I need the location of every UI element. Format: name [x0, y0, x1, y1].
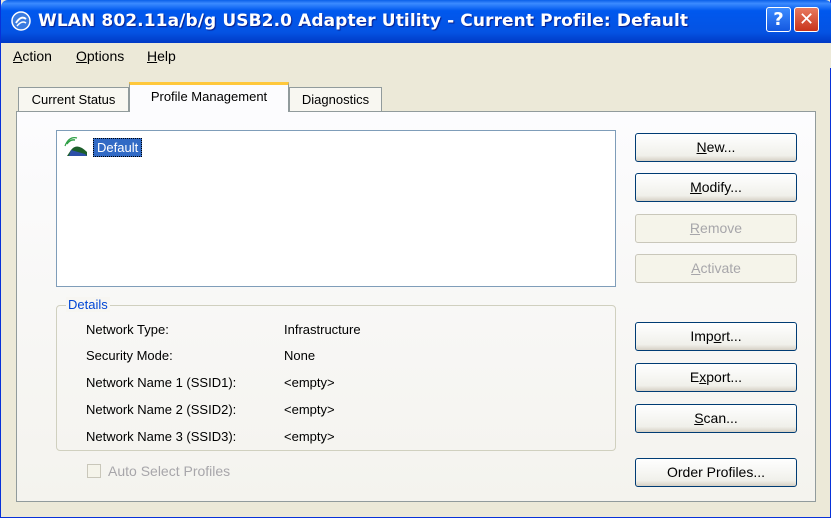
profile-list[interactable]: Default	[56, 130, 616, 287]
help-button[interactable]: ?	[766, 7, 791, 32]
new-button[interactable]: New...	[635, 133, 797, 162]
ssid3-value: <empty>	[284, 429, 335, 444]
modify-button[interactable]: Modify...	[635, 173, 797, 202]
security-mode-value: None	[284, 348, 316, 363]
close-button[interactable]: ✕	[794, 7, 819, 32]
network-type-label: Network Type:	[86, 322, 169, 337]
wireless-profile-icon	[64, 137, 87, 156]
menu-help[interactable]: Help	[147, 48, 176, 64]
activate-button[interactable]: Activate	[635, 254, 797, 283]
import-button[interactable]: Import...	[635, 322, 797, 351]
menu-action[interactable]: Action	[13, 48, 52, 64]
menu-options[interactable]: Options	[76, 48, 124, 64]
menu-bar: Action Options Help	[2, 43, 831, 68]
network-type-value: Infrastructure	[284, 322, 361, 337]
auto-select-checkbox[interactable]	[87, 464, 101, 478]
details-legend: Details	[66, 297, 110, 312]
ssid2-value: <empty>	[284, 402, 335, 417]
export-button[interactable]: Export...	[635, 363, 797, 392]
ssid1-value: <empty>	[284, 375, 335, 390]
tab-current-status[interactable]: Current Status	[18, 87, 129, 112]
order-profiles-button[interactable]: Order Profiles...	[635, 458, 797, 487]
auto-select-label: Auto Select Profiles	[108, 463, 231, 479]
tab-diagnostics[interactable]: Diagnostics	[289, 87, 382, 112]
scan-button[interactable]: Scan...	[635, 404, 797, 433]
ssid1-label: Network Name 1 (SSID1):	[86, 375, 237, 390]
remove-button[interactable]: Remove	[635, 214, 797, 243]
app-icon	[11, 11, 31, 31]
security-mode-label: Security Mode:	[86, 348, 173, 363]
title-bar[interactable]: WLAN 802.11a/b/g USB2.0 Adapter Utility …	[1, 0, 831, 43]
window-title: WLAN 802.11a/b/g USB2.0 Adapter Utility …	[38, 11, 689, 31]
tab-profile-management[interactable]: Profile Management	[129, 82, 289, 112]
app-window: WLAN 802.11a/b/g USB2.0 Adapter Utility …	[0, 0, 831, 518]
ssid2-label: Network Name 2 (SSID2):	[86, 402, 237, 417]
ssid3-label: Network Name 3 (SSID3):	[86, 429, 237, 444]
profile-name: Default	[93, 138, 143, 157]
